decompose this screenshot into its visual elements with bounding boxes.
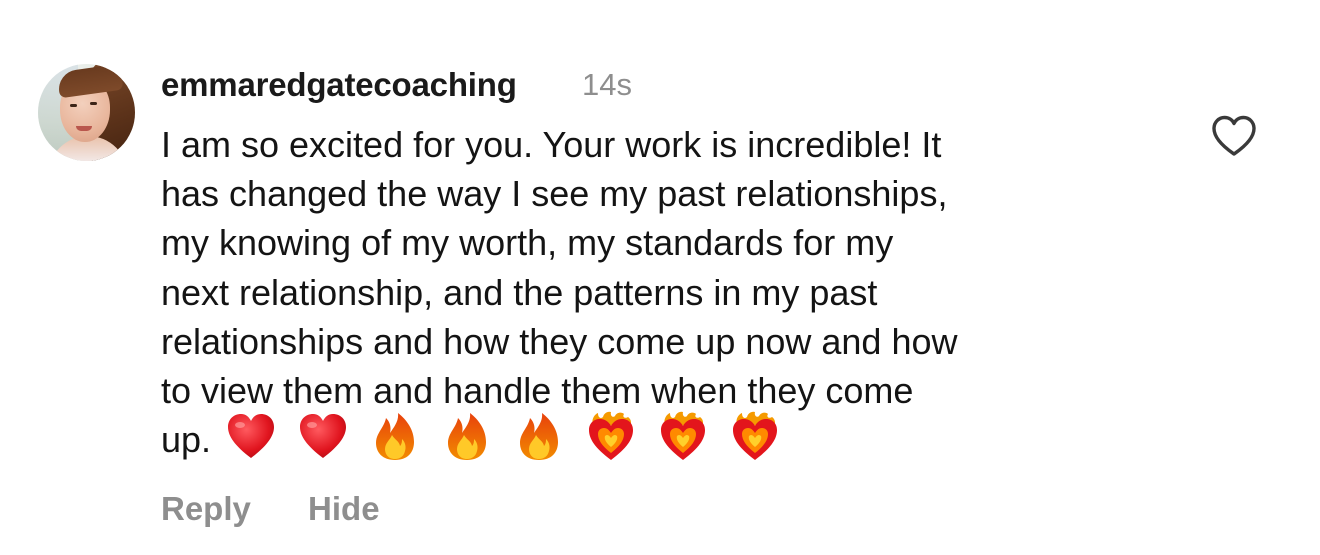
comment-text: I am so excited for you. Your work is in…	[161, 120, 1191, 469]
comment-text-line: relationships and how they come up now a…	[161, 320, 958, 362]
fire-emoji	[441, 411, 493, 463]
comment-text-line: has changed the way I see my past relati…	[161, 173, 948, 215]
comment-text-line: to view them and handle them when they c…	[161, 370, 914, 412]
heart-on-fire-emoji	[657, 411, 709, 463]
comment-username[interactable]: emmaredgatecoaching	[161, 66, 517, 104]
comment: emmaredgatecoaching 14s I am so excited …	[0, 0, 1320, 555]
comment-text-last-line: up.	[161, 412, 1191, 469]
comment-text-line: my knowing of my worth, my standards for…	[161, 222, 894, 264]
hide-button[interactable]: Hide	[308, 490, 380, 527]
avatar-eye-left	[70, 104, 77, 107]
red-heart-emoji	[225, 411, 277, 463]
red-heart-emoji	[297, 411, 349, 463]
reply-button[interactable]: Reply	[161, 490, 251, 527]
comment-actions: Reply Hide	[161, 490, 380, 528]
avatar-mouth	[76, 126, 92, 131]
comment-text-line: I am so excited for you. Your work is in…	[161, 124, 942, 165]
fire-emoji	[513, 411, 565, 463]
comment-timestamp: 14s	[582, 67, 632, 102]
heart-on-fire-emoji	[585, 411, 637, 463]
comment-text-line: up.	[161, 419, 212, 461]
fire-emoji	[369, 411, 421, 463]
emoji-row	[225, 410, 791, 463]
heart-outline-icon[interactable]	[1210, 114, 1258, 158]
comment-text-line: next relationship, and the patterns in m…	[161, 271, 878, 313]
heart-on-fire-emoji	[729, 411, 781, 463]
avatar-eye-right	[90, 102, 97, 105]
avatar[interactable]	[38, 64, 135, 161]
